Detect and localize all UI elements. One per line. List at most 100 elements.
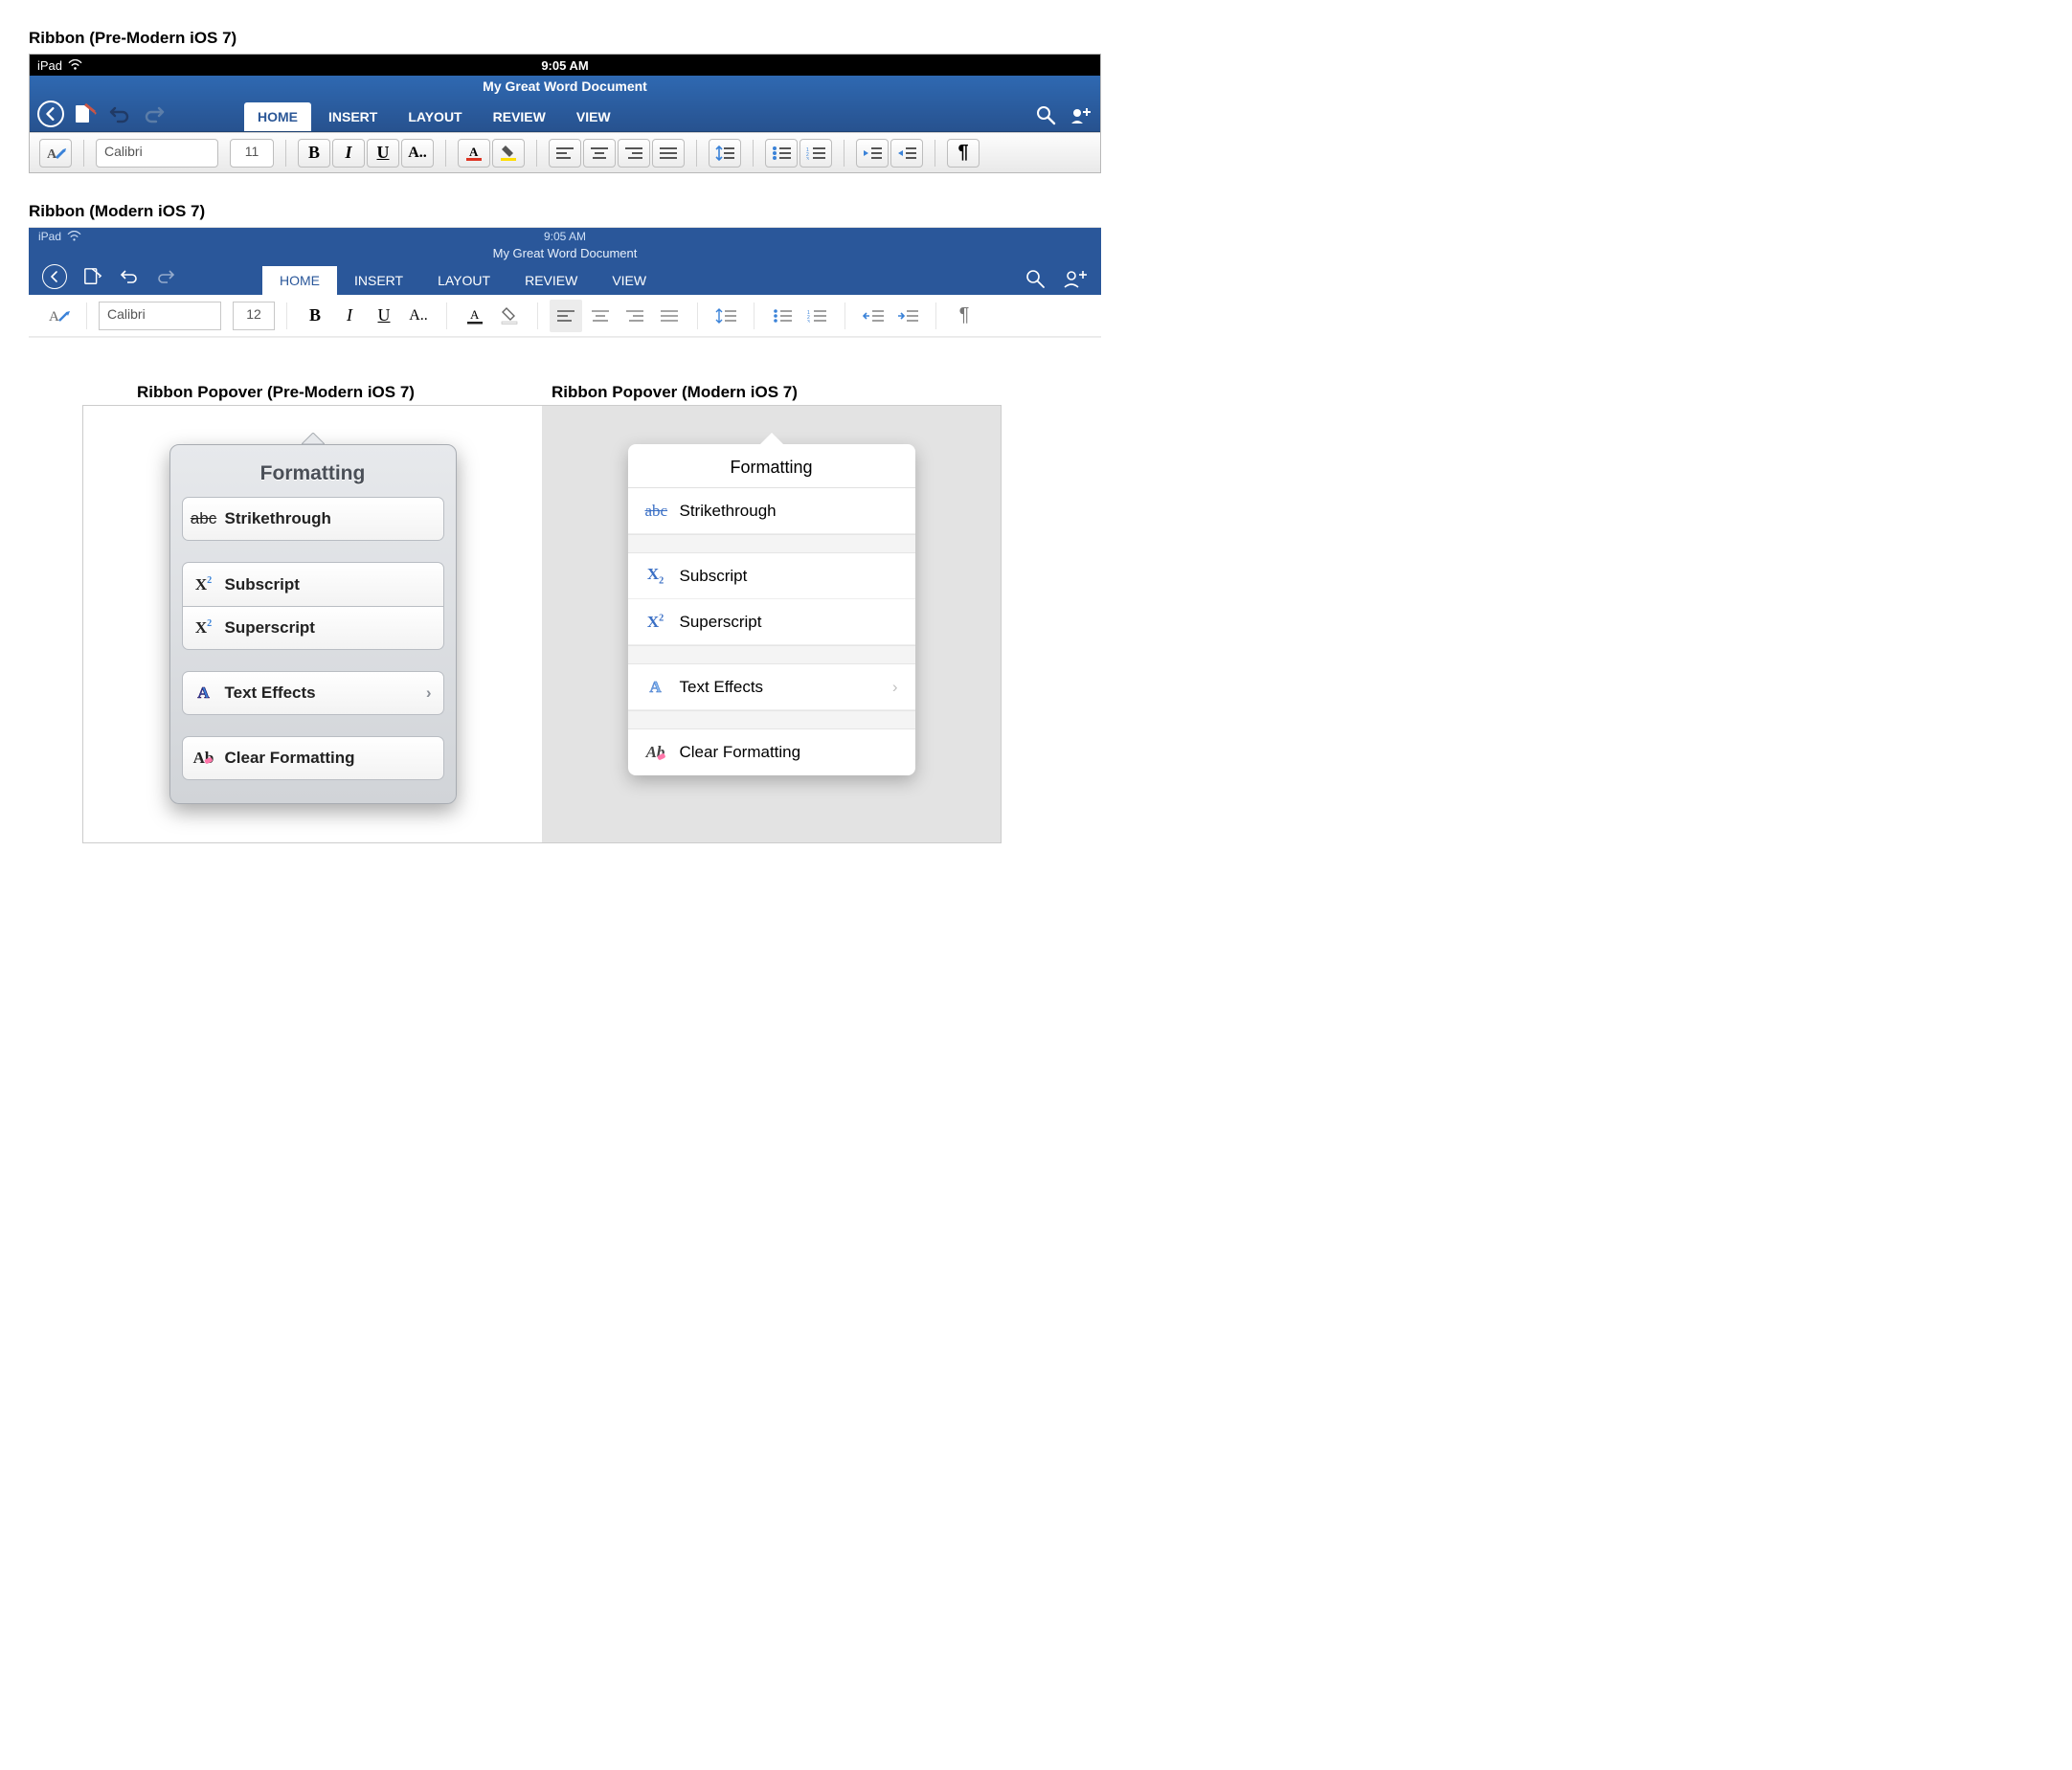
svg-text:A: A <box>49 309 59 325</box>
status-device: iPad <box>37 58 62 73</box>
align-center-button[interactable] <box>583 139 616 168</box>
share-button[interactable] <box>1063 268 1088 289</box>
tab-insert[interactable]: INSERT <box>337 266 420 295</box>
subscript-option[interactable]: X2 Subscript <box>182 562 444 606</box>
status-time: 9:05 AM <box>544 230 586 243</box>
styles-button[interactable]: A <box>39 139 72 168</box>
underline-button[interactable]: U <box>368 300 400 332</box>
bullet-list-button[interactable] <box>766 300 799 332</box>
bold-button[interactable]: B <box>298 139 330 168</box>
strikethrough-icon: abc <box>645 502 666 521</box>
line-spacing-button[interactable] <box>709 139 741 168</box>
share-button[interactable] <box>1070 104 1092 125</box>
more-format-button[interactable]: A.. <box>401 139 434 168</box>
tab-home[interactable]: HOME <box>262 266 337 295</box>
option-label: Subscript <box>225 575 300 594</box>
numbered-list-button[interactable]: 123 <box>800 300 833 332</box>
align-right-button[interactable] <box>618 139 650 168</box>
clear-formatting-option[interactable]: Ab Clear Formatting <box>182 736 444 780</box>
popover-title: Formatting <box>182 455 444 497</box>
svg-text:3: 3 <box>807 320 810 323</box>
strikethrough-option[interactable]: abc Strikethrough <box>628 488 915 534</box>
superscript-option[interactable]: X2 Superscript <box>182 606 444 650</box>
formatting-popover: Formatting abc Strikethrough X2 Subscrip… <box>628 444 915 775</box>
svg-text:A: A <box>47 147 57 162</box>
show-marks-button[interactable]: ¶ <box>948 300 980 332</box>
align-center-button[interactable] <box>584 300 617 332</box>
more-format-button[interactable]: A.. <box>402 300 435 332</box>
font-size-input[interactable]: 11 <box>230 139 274 168</box>
align-left-button[interactable] <box>550 300 582 332</box>
align-justify-button[interactable] <box>653 300 686 332</box>
tab-layout[interactable]: LAYOUT <box>394 102 475 131</box>
tab-view[interactable]: VIEW <box>563 102 624 131</box>
tab-layout[interactable]: LAYOUT <box>420 266 507 295</box>
strikethrough-option[interactable]: abc Strikethrough <box>182 497 444 541</box>
clear-formatting-icon: Ab <box>645 743 666 762</box>
align-left-button[interactable] <box>549 139 581 168</box>
align-justify-button[interactable] <box>652 139 685 168</box>
clear-formatting-icon: Ab <box>194 749 214 768</box>
back-button[interactable] <box>37 101 64 127</box>
font-family-input[interactable]: Calibri <box>96 139 218 168</box>
tab-insert[interactable]: INSERT <box>315 102 391 131</box>
italic-button[interactable]: I <box>332 139 365 168</box>
status-bar: iPad 9:05 AM <box>30 55 1100 76</box>
section-label-popover2: Ribbon Popover (Modern iOS 7) <box>552 383 798 402</box>
chevron-right-icon: › <box>892 678 898 697</box>
redo-button[interactable] <box>155 268 176 285</box>
tab-review[interactable]: REVIEW <box>507 266 595 295</box>
bold-button[interactable]: B <box>299 300 331 332</box>
decrease-indent-button[interactable] <box>856 139 889 168</box>
undo-button[interactable] <box>119 268 140 285</box>
increase-indent-button[interactable] <box>891 300 924 332</box>
option-label: Clear Formatting <box>225 749 355 768</box>
back-button[interactable] <box>42 264 67 289</box>
option-label: Strikethrough <box>680 502 777 521</box>
file-button[interactable] <box>72 101 99 127</box>
increase-indent-button[interactable] <box>890 139 923 168</box>
subscript-icon: X2 <box>645 565 666 586</box>
ribbon-premodern: iPad 9:05 AM My Great Word Document <box>29 54 1101 173</box>
text-effects-icon: A <box>194 683 214 703</box>
font-size-input[interactable]: 12 <box>233 302 275 330</box>
underline-button[interactable]: U <box>367 139 399 168</box>
status-bar: iPad 9:05 AM <box>29 228 1101 245</box>
undo-button[interactable] <box>106 101 133 127</box>
option-label: Text Effects <box>225 683 316 703</box>
subscript-option[interactable]: X2 Subscript <box>628 553 915 599</box>
file-button[interactable] <box>82 267 103 286</box>
align-right-button[interactable] <box>619 300 651 332</box>
highlight-button[interactable] <box>492 139 525 168</box>
tab-home[interactable]: HOME <box>244 102 311 131</box>
wifi-icon <box>68 59 82 71</box>
clear-formatting-option[interactable]: Ab Clear Formatting <box>628 729 915 775</box>
font-family-input[interactable]: Calibri <box>99 302 221 330</box>
text-effects-option[interactable]: A Text Effects › <box>182 671 444 715</box>
numbered-list-button[interactable]: 123 <box>800 139 832 168</box>
superscript-option[interactable]: X2 Superscript <box>628 599 915 645</box>
show-marks-button[interactable]: ¶ <box>947 139 980 168</box>
tab-review[interactable]: REVIEW <box>480 102 559 131</box>
font-color-button[interactable]: A <box>458 139 490 168</box>
svg-text:3: 3 <box>806 157 809 160</box>
italic-button[interactable]: I <box>333 300 366 332</box>
popover-modern-section: Ribbon Popover (Modern iOS 7) Formatting… <box>542 406 1001 842</box>
highlight-button[interactable] <box>493 300 526 332</box>
bullet-list-button[interactable] <box>765 139 798 168</box>
font-color-button[interactable]: A <box>459 300 491 332</box>
option-label: Strikethrough <box>225 509 331 528</box>
popover-arrow-icon <box>302 433 325 444</box>
text-effects-option[interactable]: A Text Effects › <box>628 664 915 710</box>
formatting-popover: Formatting abc Strikethrough X2 Subscrip… <box>169 444 457 804</box>
decrease-indent-button[interactable] <box>857 300 890 332</box>
subscript-icon: X2 <box>194 575 214 594</box>
redo-button[interactable] <box>141 101 168 127</box>
styles-button[interactable]: A <box>42 300 75 332</box>
ribbon-modern: iPad 9:05 AM My Great Word Document <box>29 227 1101 338</box>
search-button[interactable] <box>1035 104 1056 125</box>
search-button[interactable] <box>1025 268 1046 289</box>
tab-view[interactable]: VIEW <box>595 266 664 295</box>
home-toolbar: A Calibri 11 B I U A.. A 12 <box>30 132 1100 172</box>
line-spacing-button[interactable] <box>709 300 742 332</box>
